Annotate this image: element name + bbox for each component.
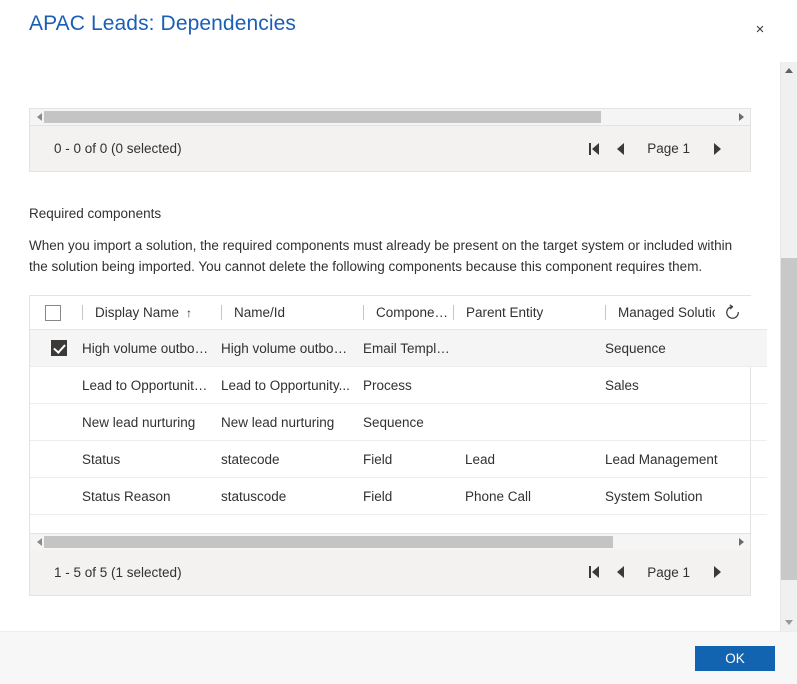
dependencies-dialog: APAC Leads: Dependencies × 0 - 0 of 0 (0… [0,0,797,684]
next-page-icon[interactable] [704,558,730,586]
top-grid-page-label: Page 1 [647,141,690,156]
column-divider [605,305,606,320]
row-select-cell [30,477,70,515]
dialog-vertical-scrollbar[interactable] [780,62,797,631]
cell-managed-solution [593,403,767,441]
first-page-icon[interactable] [581,558,607,586]
cell-name-id: Lead to Opportunity... [209,366,351,404]
cell-component-type: Email Template [351,329,453,367]
cell-display-name: Status [70,440,209,478]
row-select-cell [30,403,70,441]
required-components-grid: Display Name ↑ Name/Id Component Parent … [29,295,767,596]
cell-display-name: Status Reason [70,477,209,515]
sort-ascending-icon: ↑ [186,305,193,320]
page-title: APAC Leads: Dependencies [29,12,297,35]
row-checkbox[interactable] [51,340,67,356]
column-header-label: Display Name [95,305,180,320]
cell-component-type: Field [351,440,453,478]
select-all-header [30,296,70,330]
column-header-display-name[interactable]: Display Name ↑ [70,296,209,330]
scroll-up-icon[interactable] [781,62,797,79]
cell-name-id: New lead nurturing [209,403,351,441]
cell-parent-entity [453,329,593,367]
dialog-scroll-region: 0 - 0 of 0 (0 selected) Page 1 Required … [0,62,780,631]
first-page-icon[interactable] [581,135,607,163]
row-select-cell [30,366,70,404]
cell-managed-solution: Lead Management [593,440,767,478]
column-divider [82,305,83,320]
dialog-footer: OK [0,631,797,684]
table-row[interactable]: Status Reason statuscode Field Phone Cal… [30,477,767,515]
column-header-label: Name/Id [234,305,286,320]
refresh-spinner-icon[interactable] [715,297,749,328]
cell-managed-solution: Sequence [593,329,767,367]
required-grid-pager-nav: Page 1 [581,550,730,595]
previous-page-icon[interactable] [607,558,633,586]
top-grid-scroll-thumb[interactable] [44,111,601,123]
column-divider [221,305,222,320]
required-components-table: Display Name ↑ Name/Id Component Parent … [30,296,767,533]
table-row-spacer [30,515,767,533]
cell-display-name: New lead nurturing [70,403,209,441]
table-row[interactable]: Status statecode Field Lead Lead Managem… [30,440,767,478]
required-components-section: Required components When you import a so… [29,206,767,596]
required-components-description: When you import a solution, the required… [29,238,733,274]
cell-managed-solution: System Solution [593,477,767,515]
top-grid-pager-nav: Page 1 [581,126,730,171]
dialog-body: 0 - 0 of 0 (0 selected) Page 1 Required … [0,62,797,631]
cell-parent-entity: Lead [453,440,593,478]
select-all-checkbox[interactable] [45,304,61,321]
ok-button[interactable]: OK [695,645,775,671]
table-row[interactable]: Lead to Opportunity... Lead to Opportuni… [30,366,767,404]
row-select-cell [30,440,70,478]
table-row[interactable]: High volume outbou... High volume outbou… [30,329,767,367]
required-grid-page-label: Page 1 [647,564,690,580]
cell-component-type: Field [351,477,453,515]
vertical-scroll-thumb[interactable] [781,258,797,580]
previous-page-icon[interactable] [607,135,633,163]
scroll-down-icon[interactable] [781,614,797,631]
top-grid-record-count: 0 - 0 of 0 (0 selected) [54,141,182,156]
column-header-label: Managed Solution [618,305,727,320]
column-header-parent-entity[interactable]: Parent Entity [453,296,593,330]
required-grid-record-count: 1 - 5 of 5 (1 selected) [54,564,182,580]
close-icon[interactable]: × [747,16,773,42]
top-grid-block: 0 - 0 of 0 (0 selected) Page 1 [29,108,751,172]
cell-parent-entity: Phone Call [453,477,593,515]
cell-name-id: statuscode [209,477,351,515]
cell-display-name: High volume outbou... [70,329,209,367]
next-page-icon[interactable] [704,135,730,163]
required-grid-scroll-thumb[interactable] [44,535,613,548]
cell-parent-entity [453,366,593,404]
column-header-label: Component T... [376,305,453,320]
top-grid-pager: 0 - 0 of 0 (0 selected) Page 1 [30,126,750,171]
cell-component-type: Process [351,366,453,404]
cell-managed-solution: Sales [593,366,767,404]
cell-name-id: High volume outbou... [209,329,351,367]
cell-component-type: Sequence [351,403,453,441]
required-grid-pager: 1 - 5 of 5 (1 selected) Page 1 [30,549,750,595]
required-components-heading: Required components [29,206,162,221]
table-body: High volume outbou... High volume outbou… [30,329,767,533]
row-select-cell [30,329,70,367]
table-header-row: Display Name ↑ Name/Id Component Parent … [30,296,767,330]
cell-name-id: statecode [209,440,351,478]
chevron-right-icon[interactable] [733,109,749,125]
required-grid-horizontal-scrollbar[interactable] [30,532,750,550]
table-row[interactable]: New lead nurturing New lead nurturing Se… [30,403,767,441]
column-header-component-type[interactable]: Component T... [351,296,453,330]
column-divider [453,305,454,320]
cell-parent-entity [453,403,593,441]
column-divider [363,305,364,320]
top-grid-horizontal-scrollbar[interactable] [30,109,750,126]
cell-display-name: Lead to Opportunity... [70,366,209,404]
chevron-right-icon[interactable] [733,534,749,550]
column-header-label: Parent Entity [466,305,544,320]
dialog-title-bar: APAC Leads: Dependencies × [0,0,797,62]
column-header-name-id[interactable]: Name/Id [209,296,351,330]
